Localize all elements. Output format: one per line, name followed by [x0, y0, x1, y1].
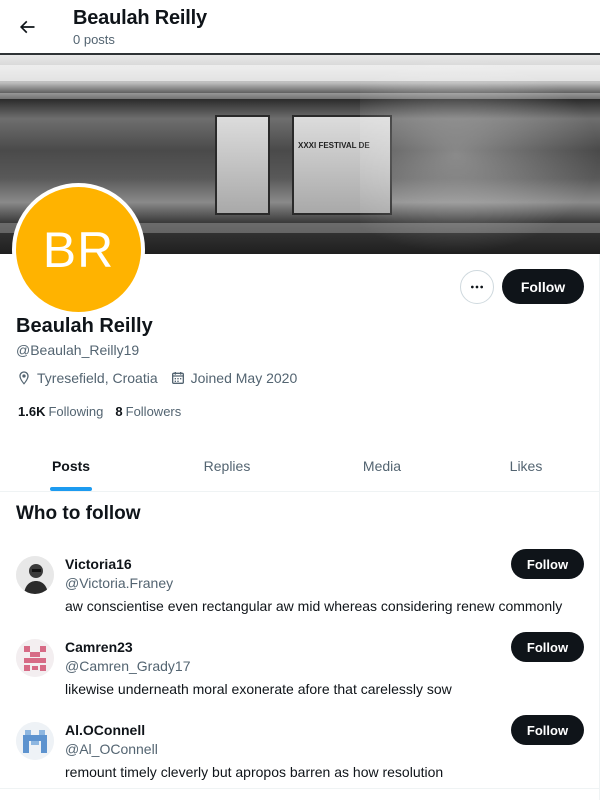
user-bio: likewise underneath moral exonerate afor…: [65, 681, 452, 697]
follow-user-button[interactable]: Follow: [511, 715, 584, 745]
following-count: 1.6K: [18, 404, 46, 419]
banner-poster-text: XXXI FESTIVAL DE: [298, 141, 370, 150]
user-bio: remount timely cleverly but apropos barr…: [65, 764, 444, 780]
header-post-count: 0 posts: [73, 32, 115, 47]
banner-poster: [215, 115, 270, 215]
tab-label: Replies: [203, 457, 251, 474]
photo-icon: [16, 556, 54, 594]
banner-glow: [360, 55, 600, 254]
avatar-initials: BR: [42, 221, 115, 278]
user-handle: @Camren_Grady17: [65, 658, 191, 674]
tab-likes[interactable]: Likes: [452, 440, 600, 491]
user-avatar[interactable]: [16, 639, 54, 677]
identicon-icon: [16, 639, 54, 677]
suggested-user[interactable]: Camren23 @Camren_Grady17 likewise undern…: [0, 632, 600, 721]
follow-counts: 1.6K Following 8 Followers: [18, 404, 193, 419]
follow-user-button[interactable]: Follow: [511, 632, 584, 662]
suggested-user[interactable]: Victoria16 @Victoria.Franey aw conscient…: [0, 549, 600, 638]
profile-page: Beaulah Reilly 0 posts XXXI FESTIVAL DE …: [0, 0, 600, 800]
tab-replies[interactable]: Replies: [142, 440, 312, 491]
active-tab-indicator: [50, 487, 92, 491]
top-bar: Beaulah Reilly 0 posts: [0, 0, 600, 53]
user-handle: @Al_OConnell: [65, 741, 158, 757]
profile-handle: @Beaulah_Reilly19: [16, 342, 140, 358]
followers-link[interactable]: 8 Followers: [115, 404, 181, 419]
calendar-icon: [171, 372, 184, 384]
header-title: Beaulah Reilly: [73, 7, 207, 29]
followers-label: Followers: [125, 404, 182, 419]
location-item: Tyresefield, Croatia: [16, 370, 158, 386]
joined-item: Joined May 2020: [170, 370, 298, 386]
user-bio: aw conscientise even rectangular aw mid …: [65, 598, 563, 614]
tab-posts[interactable]: Posts: [0, 440, 142, 491]
profile-avatar[interactable]: BR: [12, 183, 145, 316]
more-horizontal-icon: [471, 285, 483, 289]
location-pin-icon: [19, 371, 29, 385]
follow-button[interactable]: Follow: [502, 269, 584, 304]
tab-label: Media: [362, 457, 402, 474]
user-handle: @Victoria.Franey: [65, 575, 174, 591]
user-name: Victoria16: [65, 556, 132, 572]
followers-count: 8: [115, 404, 123, 419]
user-avatar[interactable]: [16, 722, 54, 760]
user-avatar[interactable]: [16, 556, 54, 594]
profile-tabs: Posts Replies Media Likes: [0, 440, 600, 492]
back-button[interactable]: [10, 10, 44, 44]
more-options-button[interactable]: [460, 270, 494, 304]
tab-label: Likes: [509, 457, 543, 474]
tab-label: Posts: [51, 457, 91, 474]
following-label: Following: [48, 404, 104, 419]
tab-media[interactable]: Media: [312, 440, 452, 491]
profile-meta: Tyresefield, Croatia Joined May 2020: [16, 370, 309, 386]
who-to-follow-title: Who to follow: [16, 503, 141, 524]
profile-name: Beaulah Reilly: [16, 315, 153, 337]
arrow-left-icon: [19, 20, 35, 34]
joined-text: Joined May 2020: [190, 370, 298, 386]
location-text: Tyresefield, Croatia: [37, 370, 158, 386]
following-link[interactable]: 1.6K Following: [18, 404, 103, 419]
follow-user-button[interactable]: Follow: [511, 549, 584, 579]
user-name: Camren23: [65, 639, 133, 655]
user-name: Al.OConnell: [65, 722, 146, 738]
identicon-icon: [16, 722, 54, 760]
divider: [0, 788, 600, 789]
